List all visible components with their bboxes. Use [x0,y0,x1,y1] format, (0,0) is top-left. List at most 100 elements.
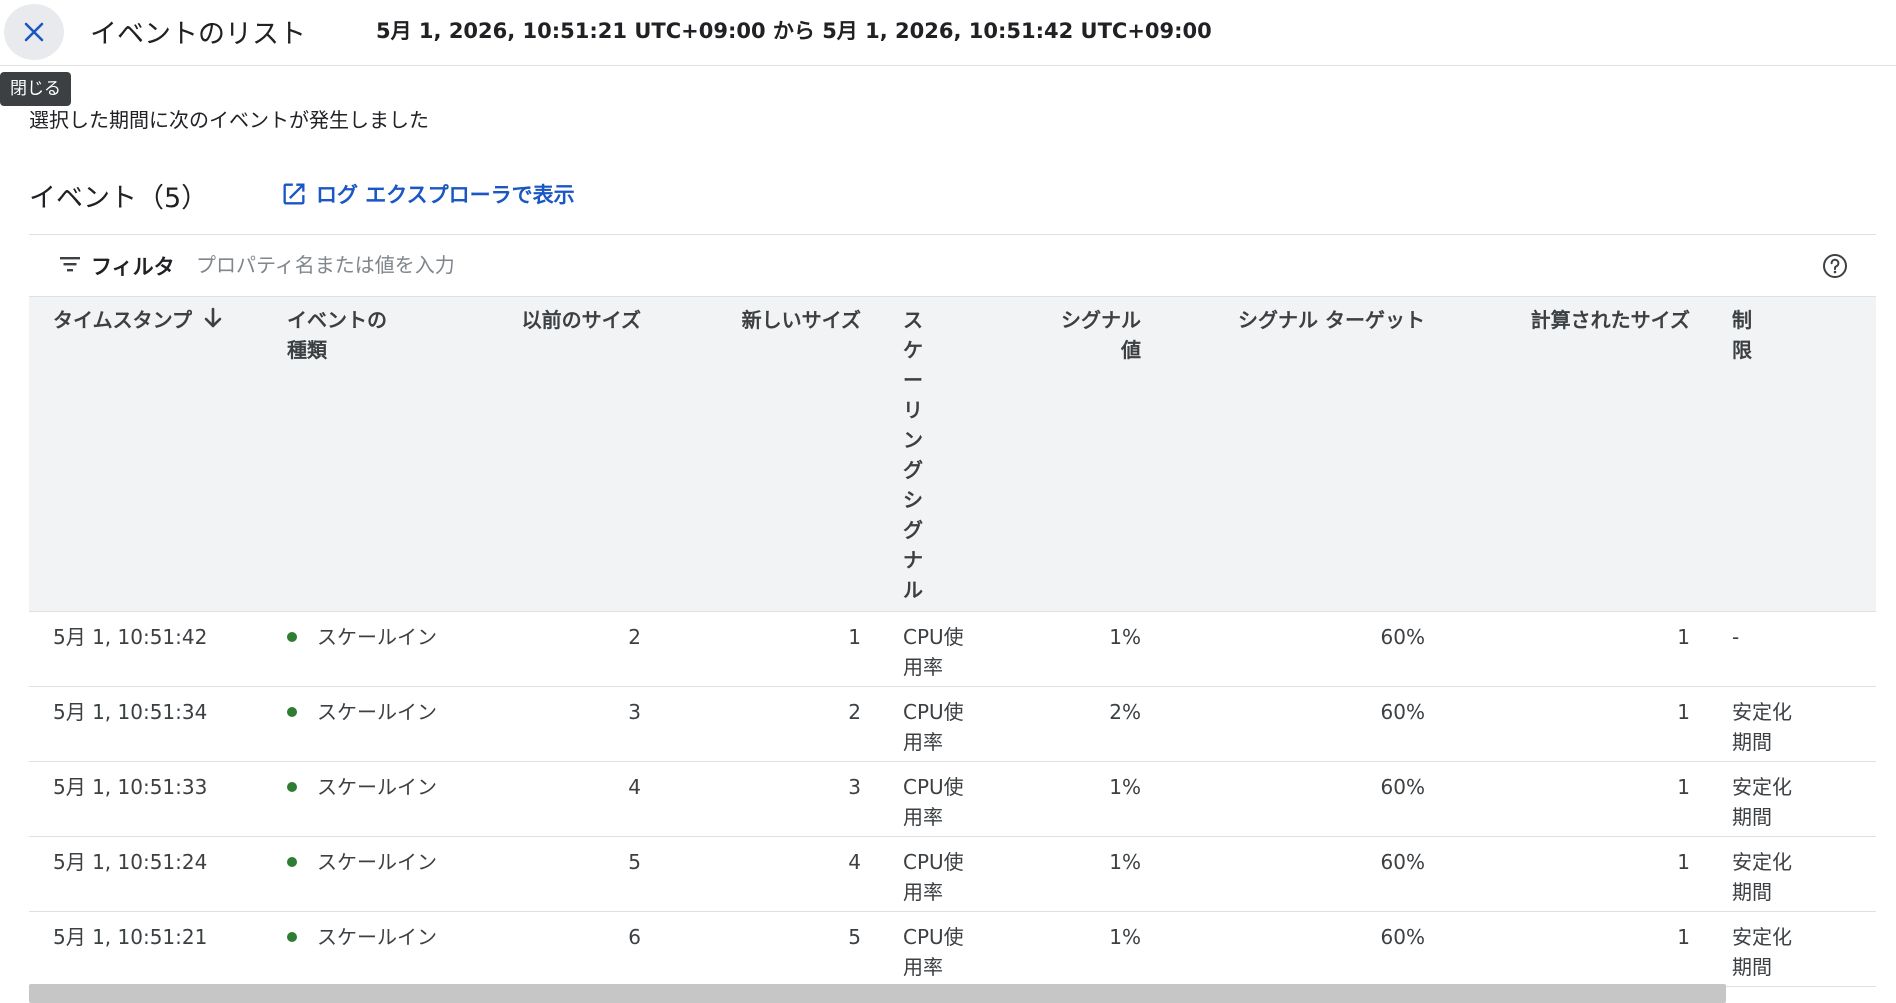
status-dot-icon [287,931,297,942]
close-tooltip: 閉じる [0,72,71,106]
column-header-label: イベントの種類 [287,308,387,362]
column-header-label: タイムスタンプ [53,308,192,332]
cell-new-size: 5 [659,911,879,987]
signal-label: CPU使用率 [903,775,964,829]
column-header-label: シグナル ターゲット [1238,308,1425,332]
filter-label: フィルタ [91,255,175,279]
cell-signal-target: 60% [1159,836,1443,912]
column-header-new-size[interactable]: 新しいサイズ [659,296,879,612]
cell-limit: 安定化期間 [1708,836,1876,912]
column-header-event-type[interactable]: イベントの種類 [263,296,472,612]
cell-signal-value: 1% [1018,761,1159,837]
column-header-computed-size[interactable]: 計算されたサイズ [1443,296,1708,612]
column-header-previous-size[interactable]: 以前のサイズ [472,296,659,612]
cell-limit: 安定化期間 [1708,686,1876,762]
cell-previous-size: 4 [472,761,659,837]
cell-timestamp: 5月 1, 10:51:21 [29,911,263,987]
column-header-timestamp[interactable]: タイムスタンプ [29,296,263,612]
cell-event-type: スケールイン [263,611,472,687]
table-header-row: タイムスタンプ イベントの種類 以前のサイズ 新しいサイズ スケーリングシグナル… [29,296,1876,612]
cell-limit: 安定化期間 [1708,761,1876,837]
cell-timestamp: 5月 1, 10:51:24 [29,836,263,912]
column-header-signal-target[interactable]: シグナル ターゲット [1159,296,1443,612]
cell-timestamp: 5月 1, 10:51:42 [29,611,263,687]
cell-computed-size: 1 [1443,761,1708,837]
cell-new-size: 3 [659,761,879,837]
horizontal-scrollbar[interactable] [29,984,1726,1003]
cell-new-size: 2 [659,686,879,762]
cell-computed-size: 1 [1443,686,1708,762]
help-icon[interactable] [1822,253,1848,279]
column-header-label: 以前のサイズ [521,308,641,332]
description-text: 選択した期間に次のイベントが発生しました [29,108,429,132]
table-row: 5月 1, 10:51:33 スケールイン 4 3 CPU使用率 1% 60% … [29,761,1876,837]
cell-limit: 安定化期間 [1708,911,1876,987]
cell-timestamp: 5月 1, 10:51:33 [29,761,263,837]
column-header-label: 制限 [1732,308,1752,362]
column-header-label: シグナル値 [1061,308,1141,362]
close-button[interactable] [4,4,64,60]
cell-computed-size: 1 [1443,611,1708,687]
cell-previous-size: 6 [472,911,659,987]
limit-label: 安定化期間 [1732,850,1792,904]
cell-previous-size: 2 [472,611,659,687]
panel-header: イベントのリスト 5月 1, 2026, 10:51:21 UTC+09:00 … [0,0,1896,66]
cell-scaling-signal: CPU使用率 [879,836,1018,912]
cell-scaling-signal: CPU使用率 [879,761,1018,837]
cell-scaling-signal: CPU使用率 [879,911,1018,987]
cell-previous-size: 3 [472,686,659,762]
table-row: 5月 1, 10:51:24 スケールイン 5 4 CPU使用率 1% 60% … [29,836,1876,912]
cell-event-type: スケールイン [263,911,472,987]
arrow-down-icon [204,307,222,337]
signal-label: CPU使用率 [903,925,964,979]
cell-event-type: スケールイン [263,761,472,837]
column-header-limit[interactable]: 制限 [1708,296,1876,612]
cell-signal-target: 60% [1159,611,1443,687]
filter-bar: フィルタ [29,234,1876,296]
limit-label: - [1732,625,1740,649]
time-range: 5月 1, 2026, 10:51:21 UTC+09:00 から 5月 1, … [376,19,1212,43]
cell-event-type: スケールイン [263,836,472,912]
table-row: 5月 1, 10:51:42 スケールイン 2 1 CPU使用率 1% 60% … [29,611,1876,687]
limit-label: 安定化期間 [1732,925,1792,979]
view-in-log-explorer-link[interactable]: ログ エクスプローラで表示 [280,179,575,209]
column-header-label: スケーリングシグナル [903,308,923,602]
cell-signal-target: 60% [1159,911,1443,987]
cell-signal-value: 1% [1018,836,1159,912]
event-type-label: スケールイン [317,700,437,724]
cell-signal-target: 60% [1159,761,1443,837]
cell-signal-target: 60% [1159,686,1443,762]
log-link-label: ログ エクスプローラで表示 [316,183,575,207]
column-header-label: 新しいサイズ [741,308,861,332]
status-dot-icon [287,706,297,717]
column-header-signal-value[interactable]: シグナル値 [1018,296,1159,612]
event-type-label: スケールイン [317,850,437,874]
filter-input[interactable] [194,245,1698,285]
table-row: 5月 1, 10:51:34 スケールイン 3 2 CPU使用率 2% 60% … [29,686,1876,762]
event-type-label: スケールイン [317,925,437,949]
status-dot-icon [287,781,297,792]
status-dot-icon [287,631,297,642]
close-icon [24,22,44,42]
cell-new-size: 4 [659,836,879,912]
events-title: イベント（5） [29,183,209,214]
cell-limit: - [1708,611,1876,687]
cell-event-type: スケールイン [263,686,472,762]
panel-title: イベントのリスト [90,19,306,50]
cell-signal-value: 1% [1018,911,1159,987]
event-type-label: スケールイン [317,775,437,799]
status-dot-icon [287,856,297,867]
column-header-label: 計算されたサイズ [1530,308,1690,332]
cell-signal-value: 1% [1018,611,1159,687]
limit-label: 安定化期間 [1732,775,1792,829]
signal-label: CPU使用率 [903,700,964,754]
events-table: タイムスタンプ イベントの種類 以前のサイズ 新しいサイズ スケーリングシグナル… [29,296,1876,987]
cell-new-size: 1 [659,611,879,687]
column-header-scaling-signal[interactable]: スケーリングシグナル [879,296,1018,612]
cell-computed-size: 1 [1443,911,1708,987]
signal-label: CPU使用率 [903,850,964,904]
filter-icon [60,257,80,272]
cell-computed-size: 1 [1443,836,1708,912]
cell-signal-value: 2% [1018,686,1159,762]
signal-label: CPU使用率 [903,625,964,679]
